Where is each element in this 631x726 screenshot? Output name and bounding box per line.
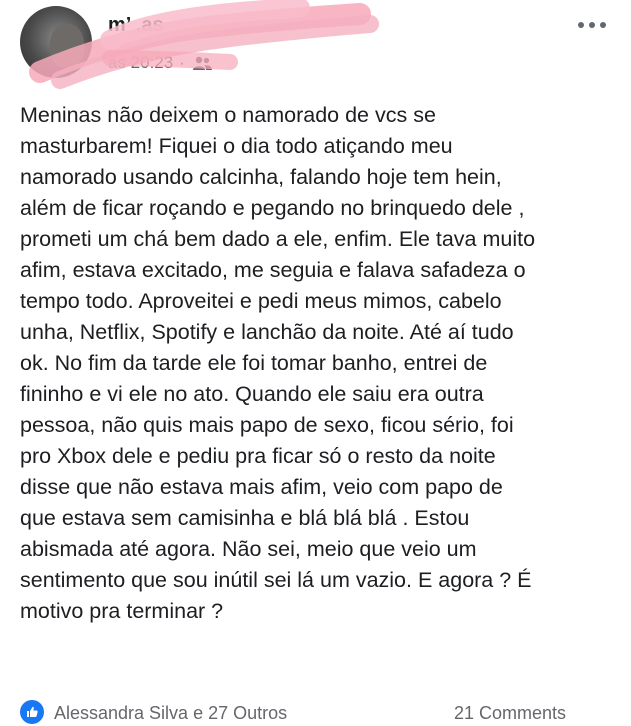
post-text-line: masturbarem! Fiquei o dia todo atiçando … <box>20 134 453 158</box>
post-text-line: que estava sem camisinha e blá blá blá .… <box>20 506 470 530</box>
post-text-line: motivo pra terminar ? <box>20 599 224 623</box>
post-text-line: unha, Netflix, Spotify e lanchão da noit… <box>20 320 514 344</box>
avatar-face <box>50 24 84 68</box>
author-name[interactable]: m’ .as <box>108 14 164 37</box>
post-text-line: prometi um chá bem dado a ele, enfim. El… <box>20 227 536 251</box>
post-footer: Alessandra Silva e 27 Outros 21 Comments <box>20 696 620 726</box>
post-text-line: ok. No fim da tarde ele foi tomar banho,… <box>20 351 488 375</box>
post-text-line: sentimento que sou inútil sei lá um vazi… <box>20 568 532 592</box>
post-body: Meninas não deixem o namorado de vcs se m… <box>20 100 620 627</box>
post-text-line: Meninas não deixem o namorado de vcs se <box>20 103 436 127</box>
timestamp[interactable]: às 20:23 <box>108 53 173 73</box>
post-text-line: pessoa, não quis mais papo de sexo, fico… <box>20 413 514 437</box>
post-text-line: disse que não estava mais afim, veio com… <box>20 475 503 499</box>
more-options-icon[interactable] <box>570 12 614 38</box>
post-text-line: além de ficar roçando e pegando no brinq… <box>20 196 525 220</box>
avatar[interactable] <box>20 6 92 78</box>
comments-link[interactable]: 21 Comments <box>454 703 566 724</box>
facebook-post: m’ .as às 20:23 · Meninas não deixem o n… <box>0 0 631 724</box>
reactors-link[interactable]: Alessandra Silva e 27 Outros <box>54 703 287 724</box>
post-text-line: abismada até agora. Não sei, meio que ve… <box>20 537 477 561</box>
friends-icon <box>192 56 212 70</box>
post-text-line: pro Xbox dele e pediu pra ficar só o res… <box>20 444 496 468</box>
meta-separator: · <box>179 53 185 72</box>
post-meta: às 20:23 · <box>108 53 213 73</box>
post-text-line: afim, estava excitado, me seguia e falav… <box>20 258 526 282</box>
post-text-line: namorado usando calcinha, falando hoje t… <box>20 165 502 189</box>
like-icon[interactable] <box>20 700 44 724</box>
post-text-line: tempo todo. Aproveitei e pedi meus mimos… <box>20 289 502 313</box>
post-text-line: fininho e vi ele no ato. Quando ele saiu… <box>20 382 484 406</box>
